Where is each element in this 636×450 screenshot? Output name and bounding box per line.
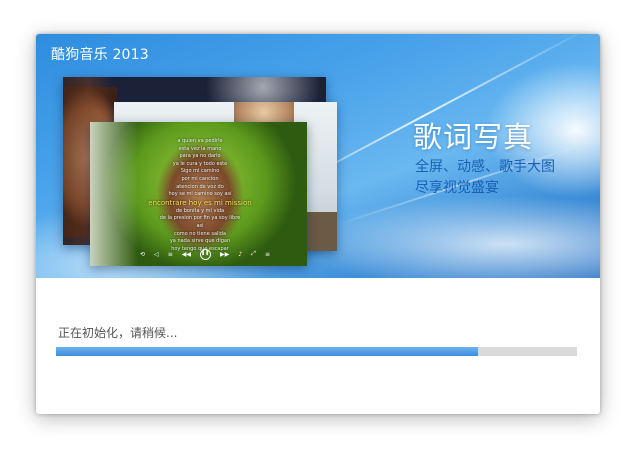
lyric-line: encontrare hoy es mi mission — [148, 198, 252, 207]
lyric-line: para ya no darlo — [179, 153, 221, 160]
lyric-line: de la presion por fin ya soy libre — [159, 215, 241, 222]
player-control-icon: ♪ — [238, 250, 243, 258]
lyric-line: hoy se mi camino soy asi — [168, 191, 232, 198]
lyric-line: ya nada sirve que digan — [169, 238, 231, 245]
feature-title: 歌词写真 — [413, 120, 534, 154]
player-control-icon: ❚❚ — [199, 248, 211, 260]
player-control-icon: ▶▶ — [220, 250, 230, 258]
lyric-line: Sigo mi camino — [180, 168, 220, 175]
player-control-icon: ◀◀ — [181, 250, 191, 258]
photo-detail — [302, 212, 337, 251]
feature-subtitle-1: 全屏、动感、歌手大图 — [415, 159, 555, 175]
lyric-line: a quien va pedirle — [177, 138, 223, 144]
splash-window: 酷狗音乐 2013 a quien va pedirle esta vez la … — [36, 34, 600, 414]
player-control-icon: ≡ — [167, 250, 173, 258]
lyric-line: como no tiene salida — [173, 230, 227, 237]
player-control-icon: ◁ — [154, 250, 159, 258]
preview-card-front: a quien va pedirle esta vez la mano para y… — [90, 122, 307, 266]
progress-fill — [56, 347, 478, 356]
feature-subtitle-2: 尽享视觉盛宴 — [415, 180, 499, 196]
player-controls: ⟲ ◁ ≡ ◀◀ ❚❚ ▶▶ ♪ ⤢ ≡ — [140, 248, 270, 260]
player-control-icon: ⟲ — [140, 250, 146, 258]
lyrics-overlay: a quien va pedirle esta vez la mano para y… — [130, 138, 270, 253]
player-control-icon: ≡ — [264, 250, 270, 258]
loading-progress-bar — [56, 347, 577, 356]
player-control-icon: ⤢ — [251, 250, 256, 257]
loading-status: 正在初始化，请稍候... — [58, 326, 178, 340]
promo-banner: 酷狗音乐 2013 a quien va pedirle esta vez la … — [36, 34, 600, 278]
app-title: 酷狗音乐 2013 — [51, 47, 149, 63]
lyric-line: asi — [196, 222, 204, 229]
lyric-line: por mi cancion — [181, 175, 219, 182]
